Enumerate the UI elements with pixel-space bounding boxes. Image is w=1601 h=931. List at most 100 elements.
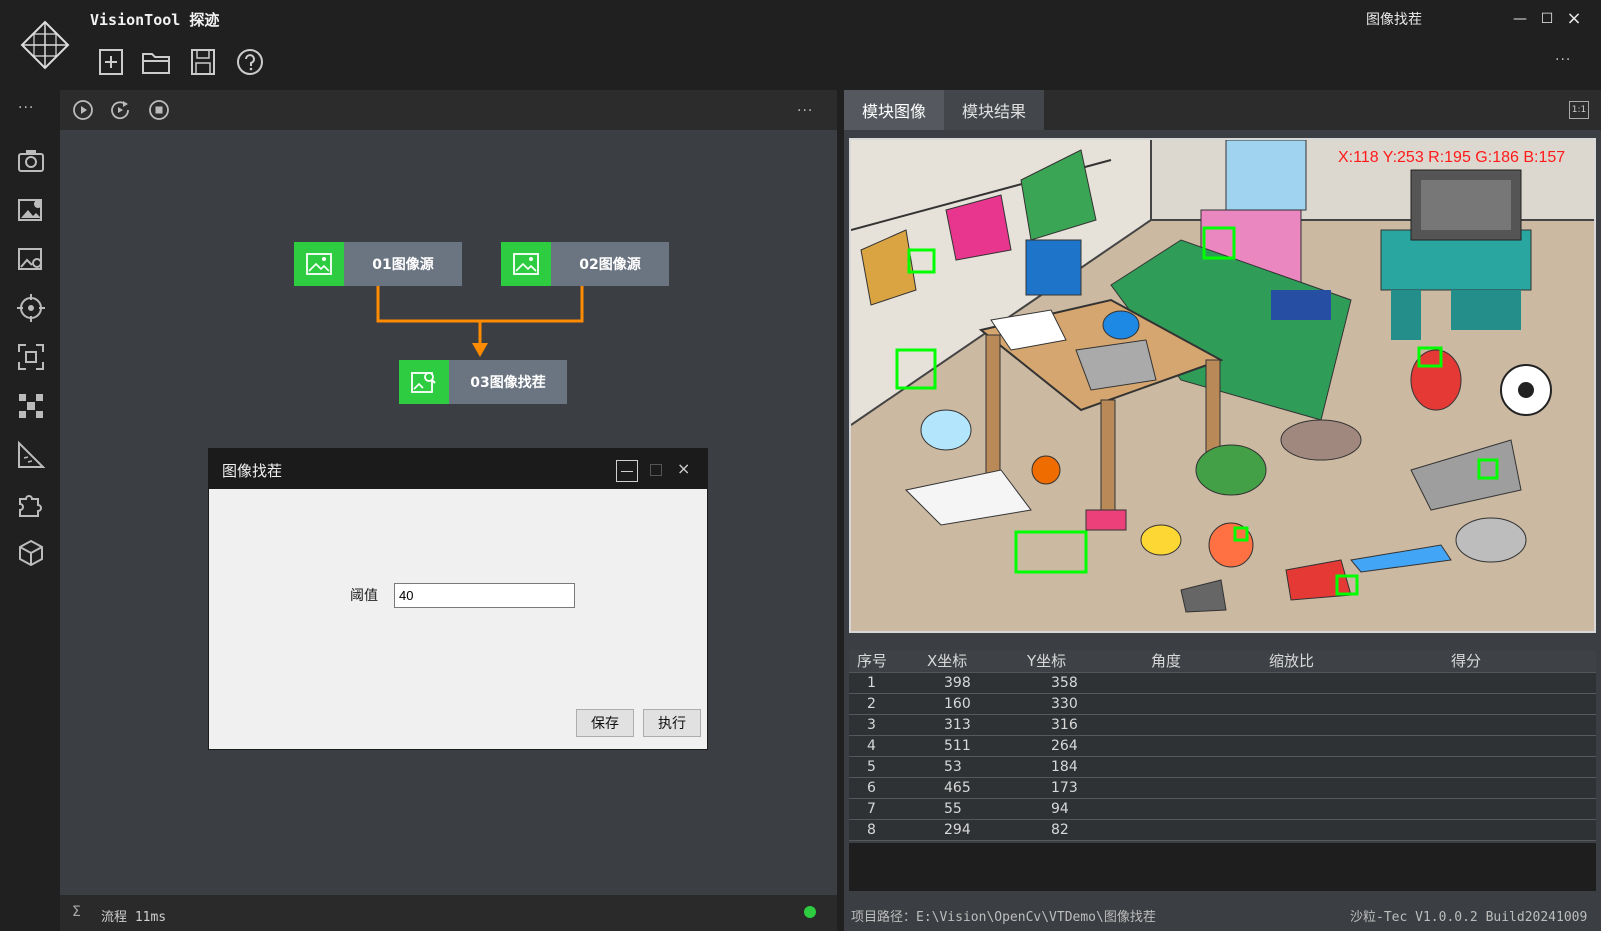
table-cell (1443, 693, 1596, 715)
open-folder-icon[interactable] (141, 47, 171, 77)
table-cell (1443, 756, 1596, 778)
table-cell: 184 (1019, 756, 1143, 778)
minimize-button[interactable]: — (1511, 10, 1529, 28)
table-cell (1261, 777, 1443, 799)
node-label: 02图像源 (551, 242, 669, 286)
table-cell (1443, 777, 1596, 799)
app-logo-icon (20, 20, 70, 70)
table-cell: 1 (849, 672, 919, 694)
table-cell (1143, 714, 1261, 736)
table-cell (1261, 672, 1443, 694)
results-footer (849, 843, 1596, 891)
flow-node-image-source-1[interactable]: 01图像源 (294, 242, 462, 286)
actual-size-icon[interactable]: 1:1 (1569, 101, 1589, 119)
table-cell (1261, 798, 1443, 820)
table-cell: 264 (1019, 735, 1143, 757)
new-file-icon[interactable] (96, 47, 126, 77)
tab-module-image[interactable]: 模块图像 (844, 90, 944, 130)
top-more-menu[interactable]: ··· (1555, 52, 1571, 68)
table-cell: 294 (919, 819, 1019, 841)
table-cell: 5 (849, 756, 919, 778)
column-header: 序号 (849, 650, 919, 673)
table-row[interactable]: 7 55 94 (849, 798, 1596, 820)
dialog-minimize-button[interactable] (616, 460, 638, 482)
image-icon (501, 242, 551, 286)
table-cell: 330 (1019, 693, 1143, 715)
window-title: 图像找茬 (1366, 12, 1422, 28)
flow-node-find-difference[interactable]: 03图像找茬 (399, 360, 567, 404)
column-header: 缩放比 (1261, 650, 1443, 673)
table-row[interactable]: 5 53 184 (849, 756, 1596, 778)
column-header: Y坐标 (1019, 650, 1143, 673)
table-cell: 82 (1019, 819, 1143, 841)
sidebar-more-menu[interactable]: ··· (18, 100, 34, 116)
save-icon[interactable] (188, 47, 218, 77)
table-cell: 465 (919, 777, 1019, 799)
puzzle-icon[interactable] (16, 489, 46, 519)
dialog-close-button[interactable]: × (677, 459, 690, 478)
stop-icon[interactable] (147, 98, 171, 122)
threshold-label: 阈值 (350, 588, 378, 604)
project-path: 项目路径：E:\Vision\OpenCv\VTDemo\图像找茬 (851, 910, 1156, 925)
table-cell: 55 (919, 798, 1019, 820)
table-row[interactable]: 2 160 330 (849, 693, 1596, 715)
table-cell (1261, 756, 1443, 778)
table-cell: 313 (919, 714, 1019, 736)
table-cell (1143, 756, 1261, 778)
maximize-button[interactable]: ☐ (1538, 10, 1556, 28)
camera-icon[interactable] (16, 146, 46, 176)
run-icon[interactable] (71, 98, 95, 122)
table-cell: 160 (919, 693, 1019, 715)
help-icon[interactable] (235, 47, 265, 77)
table-cell: 8 (849, 819, 919, 841)
table-cell (1443, 714, 1596, 736)
grid-pattern-icon[interactable] (16, 391, 46, 421)
table-cell (1143, 693, 1261, 715)
pixel-readout: X:118 Y:253 R:195 G:186 B:157 (1338, 149, 1566, 166)
table-cell: 173 (1019, 777, 1143, 799)
table-row[interactable]: 8 294 82 (849, 819, 1596, 841)
threshold-input[interactable] (394, 583, 575, 608)
table-cell (1143, 798, 1261, 820)
table-cell: 3 (849, 714, 919, 736)
table-row[interactable]: 1 398 358 (849, 672, 1596, 694)
table-cell (1261, 714, 1443, 736)
table-cell: 2 (849, 693, 919, 715)
table-cell (1143, 672, 1261, 694)
sigma-icon: Σ (72, 904, 81, 920)
table-cell (1443, 798, 1596, 820)
focus-frame-icon[interactable] (16, 342, 46, 372)
dialog-title: 图像找茬 (222, 462, 283, 480)
flow-node-image-source-2[interactable]: 02图像源 (501, 242, 669, 286)
scene-image (851, 140, 1594, 631)
dialog-maximize-button[interactable] (650, 464, 662, 476)
image-icon (294, 242, 344, 286)
image-search-icon[interactable] (16, 244, 46, 274)
image-viewer[interactable] (849, 138, 1596, 633)
flow-more-menu[interactable]: ··· (797, 103, 813, 119)
table-cell (1143, 735, 1261, 757)
tab-module-result[interactable]: 模块结果 (944, 90, 1044, 130)
table-cell (1261, 819, 1443, 841)
results-table: 序号 X坐标 Y坐标 角度 缩放比 得分 1 398 358 2 160 330 3 313 3… (849, 650, 1596, 841)
table-cell: 316 (1019, 714, 1143, 736)
table-row[interactable]: 3 313 316 (849, 714, 1596, 736)
close-button[interactable]: × (1565, 10, 1583, 28)
flow-status-bar (60, 895, 837, 931)
image-settings-icon[interactable] (16, 195, 46, 225)
save-button[interactable]: 保存 (576, 709, 634, 737)
loop-run-icon[interactable] (108, 98, 132, 122)
cube-icon[interactable] (16, 538, 46, 568)
column-header: 角度 (1143, 650, 1261, 673)
table-row[interactable]: 4 511 264 (849, 735, 1596, 757)
table-cell (1443, 819, 1596, 841)
table-cell (1443, 735, 1596, 757)
table-row[interactable]: 6 465 173 (849, 777, 1596, 799)
crosshair-icon[interactable] (16, 293, 46, 323)
flow-time: 流程 11ms (101, 910, 167, 925)
ruler-icon[interactable] (16, 440, 46, 470)
app-title: VisionTool 探迹 (90, 11, 220, 29)
table-cell: 53 (919, 756, 1019, 778)
run-button[interactable]: 执行 (643, 709, 701, 737)
column-header: 得分 (1443, 650, 1596, 673)
